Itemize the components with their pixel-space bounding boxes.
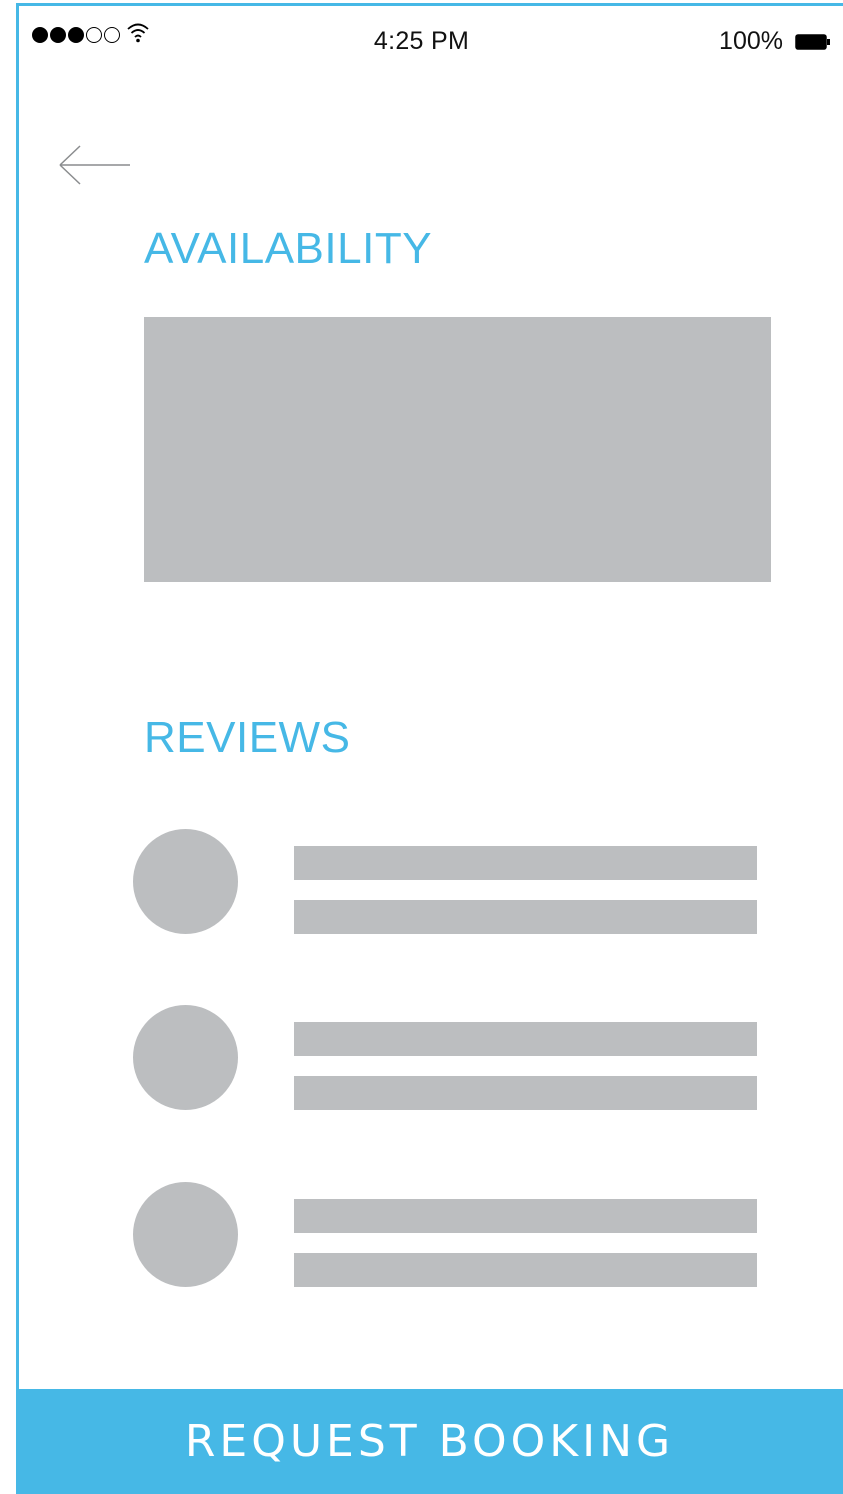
- battery-icon: [795, 33, 830, 50]
- back-arrow-icon[interactable]: [58, 144, 132, 186]
- review-item[interactable]: [133, 1182, 758, 1288]
- availability-title: AVAILABILITY: [144, 224, 433, 273]
- review-text-placeholder: [294, 1199, 757, 1233]
- status-time: 4:25 PM: [373, 27, 470, 55]
- review-text-placeholder: [294, 1022, 757, 1056]
- availability-calendar-placeholder[interactable]: [144, 317, 771, 582]
- request-booking-button[interactable]: REQUEST BOOKING: [16, 1389, 843, 1494]
- battery-status: 100%: [719, 27, 831, 56]
- battery-percentage: 100%: [719, 27, 783, 55]
- avatar: [133, 1005, 238, 1110]
- review-item[interactable]: [133, 829, 758, 935]
- review-item[interactable]: [133, 1005, 758, 1111]
- review-text-placeholder: [294, 846, 757, 880]
- review-text-placeholder: [294, 900, 757, 934]
- reviews-title: REVIEWS: [144, 713, 351, 762]
- avatar: [133, 1182, 238, 1287]
- review-text-placeholder: [294, 1253, 757, 1287]
- avatar: [133, 829, 238, 934]
- review-text-placeholder: [294, 1076, 757, 1110]
